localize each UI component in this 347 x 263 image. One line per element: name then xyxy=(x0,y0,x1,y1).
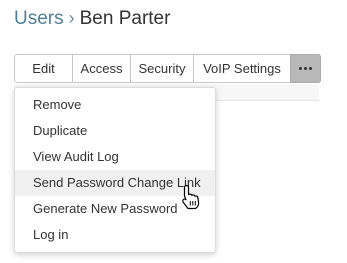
menu-item-view-audit-log[interactable]: View Audit Log xyxy=(15,144,215,170)
menu-item-remove[interactable]: Remove xyxy=(15,92,215,118)
breadcrumb-separator: › xyxy=(68,8,75,28)
tab-security[interactable]: Security xyxy=(130,54,193,83)
more-actions-button[interactable] xyxy=(290,54,321,83)
tab-voip-settings[interactable]: VoIP Settings xyxy=(193,54,290,83)
ellipsis-icon xyxy=(299,67,312,70)
tab-edit[interactable]: Edit xyxy=(14,54,72,83)
breadcrumb: Users › Ben Parter xyxy=(14,6,170,31)
user-tab-bar: Edit Access Security VoIP Settings xyxy=(14,54,321,83)
more-actions-menu: Remove Duplicate View Audit Log Send Pas… xyxy=(14,87,216,253)
tab-access[interactable]: Access xyxy=(72,54,130,83)
hand-pointer-icon xyxy=(182,184,200,210)
menu-item-duplicate[interactable]: Duplicate xyxy=(15,118,215,144)
page-title: Ben Parter xyxy=(79,8,171,29)
menu-item-log-in[interactable]: Log in xyxy=(15,222,215,248)
breadcrumb-users-link[interactable]: Users xyxy=(14,8,64,29)
